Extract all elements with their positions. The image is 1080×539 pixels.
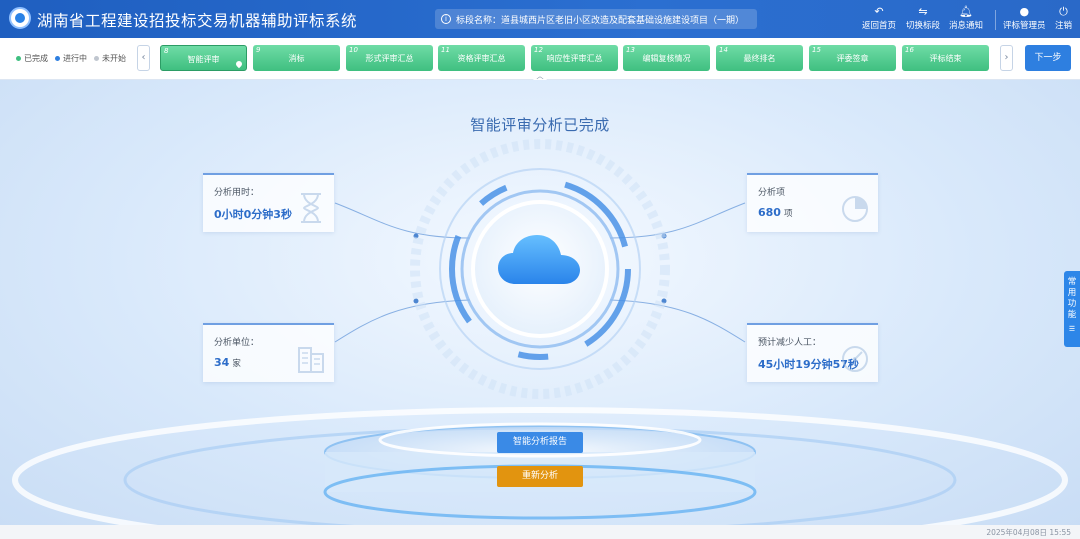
swap-icon: ⇋ — [918, 5, 928, 18]
chevron-right-icon: › — [1004, 52, 1009, 63]
current-datetime: 2025年04月08日 15:55 — [986, 528, 1071, 537]
pie-chart-icon — [842, 196, 868, 222]
stat-label: 分析单位： — [214, 338, 260, 348]
step-legend: 已完成 进行中 未开始 — [16, 53, 126, 64]
bell-icon: 🔔︎ — [959, 5, 973, 18]
stat-card-analysis-time: 分析用时： 0小时0分钟3秒 — [203, 173, 334, 232]
project-name: 道县城西片区老旧小区改造及配套基础设施建设项目（一期） — [501, 15, 745, 26]
stat-card-analysis-items: 分析项 680 项 — [747, 173, 878, 232]
stat-value: 0小时0分钟3秒 — [214, 208, 292, 221]
hourglass-icon — [301, 193, 321, 223]
switch-section-button[interactable]: ⇋ 切换标段 — [906, 5, 940, 35]
stat-label: 分析项 — [758, 188, 786, 198]
stat-value: 34 — [214, 356, 230, 369]
stat-unit: 项 — [783, 209, 793, 219]
step-evaluation-end[interactable]: 16 评标结束 — [902, 45, 989, 71]
stat-card-analysis-units: 分析单位： 34 家 — [203, 323, 334, 382]
steps-next-arrow[interactable]: › — [1000, 45, 1013, 71]
gauge-icon — [842, 346, 868, 372]
undo-icon: ↶ — [874, 5, 884, 18]
stat-card-labor-saved: 预计减少人工： 45小时19分钟57秒 — [747, 323, 878, 382]
step-clear-bid[interactable]: 9 消标 — [253, 45, 340, 71]
menu-icon: ☰ — [1068, 325, 1076, 333]
steps-prev-arrow[interactable]: ‹ — [137, 45, 150, 71]
legend-in-progress: 进行中 — [55, 53, 87, 64]
analysis-report-button[interactable]: 智能分析报告 — [497, 432, 583, 453]
stat-unit: 家 — [232, 359, 241, 369]
step-response-review[interactable]: 12 响应性评审汇总 — [531, 45, 618, 71]
legend-not-started: 未开始 — [94, 53, 126, 64]
analysis-panel: 智能评审分析已完成 分析用时： 0小时0分钟3秒 分析项 680 项 分析单位： … — [0, 80, 1080, 525]
cloud-icon — [498, 235, 580, 284]
stat-label: 预计减少人工： — [758, 338, 822, 348]
step-smart-review[interactable]: 8 智能评审 — [160, 45, 247, 71]
user-menu-button[interactable]: ● 评标管理员 — [1003, 5, 1046, 35]
user-icon: ● — [1019, 5, 1030, 18]
power-icon: ⏻ — [1059, 5, 1068, 18]
app-title: 湖南省工程建设招投标交易机器辅助评标系统 — [37, 12, 358, 30]
decor-background — [12, 139, 1068, 525]
project-name-box: i 标段名称： 道县城西片区老旧小区改造及配套基础设施建设项目（一期） — [435, 9, 757, 29]
next-step-button[interactable]: 下一步 — [1025, 45, 1071, 71]
header-divider — [995, 10, 996, 30]
legend-done: 已完成 — [16, 53, 48, 64]
chevron-left-icon: ‹ — [141, 52, 146, 63]
step-form-review[interactable]: 10 形式评审汇总 — [346, 45, 433, 71]
top-header: 湖南省工程建设招投标交易机器辅助评标系统 i 标段名称： 道县城西片区老旧小区改… — [0, 0, 1080, 38]
stat-label: 分析用时： — [214, 188, 260, 198]
logout-button[interactable]: ⏻ 注销 — [1055, 5, 1072, 35]
chevron-up-icon: ︿ — [536, 72, 544, 80]
reanalyze-button[interactable]: 重新分析 — [497, 466, 583, 487]
step-final-ranking[interactable]: 14 最终排名 — [716, 45, 803, 71]
stat-value: 680 — [758, 206, 781, 219]
step-edit-recheck[interactable]: 13 编辑复核情况 — [623, 45, 710, 71]
building-icon — [298, 347, 324, 373]
notifications-button[interactable]: 🔔︎ 消息通知 — [949, 5, 983, 35]
common-functions-tab[interactable]: 常用功能 ☰ — [1064, 271, 1080, 347]
step-qualification-review[interactable]: 11 资格评审汇总 — [438, 45, 525, 71]
footer-bar: 2025年04月08日 15:55 — [0, 525, 1080, 539]
info-icon: i — [441, 14, 451, 24]
analysis-title: 智能评审分析已完成 — [470, 116, 610, 134]
system-logo-icon — [9, 7, 31, 29]
back-home-button[interactable]: ↶ 返回首页 — [862, 5, 896, 35]
project-label: 标段名称： — [456, 15, 502, 26]
step-judge-signature[interactable]: 15 评委签章 — [809, 45, 896, 71]
